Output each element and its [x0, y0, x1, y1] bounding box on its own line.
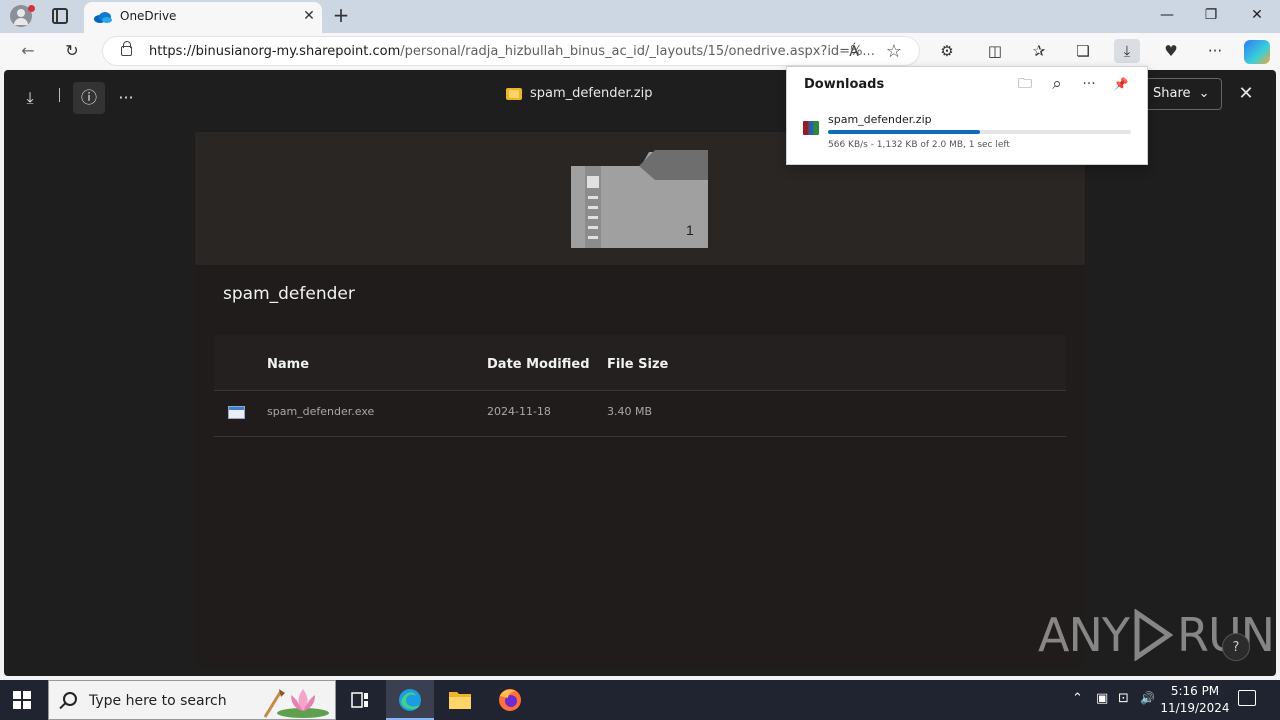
- download-progress-bar: [828, 130, 1131, 134]
- table-header: Name Date Modified File Size: [214, 335, 1066, 391]
- profile-notification-dot: [28, 5, 35, 12]
- row-date: 2024-11-18: [487, 405, 551, 418]
- volume-icon[interactable]: 🔊: [1140, 691, 1155, 705]
- favorites-icon[interactable]: ✰: [1026, 39, 1052, 63]
- file-explorer-icon[interactable]: [436, 680, 484, 720]
- archive-name: spam_defender: [223, 284, 355, 304]
- help-icon[interactable]: ?: [1222, 633, 1250, 661]
- tab-title: OneDrive: [120, 9, 177, 23]
- downloads-title: Downloads: [804, 77, 885, 92]
- play-logo-icon: [1134, 609, 1173, 661]
- taskbar: Type here to search ⌃ ▣ ⊡ 🔊 5:16 PM 11/1…: [0, 680, 1280, 720]
- read-aloud-icon[interactable]: Á: [845, 43, 863, 61]
- tray-device-icon[interactable]: ▣: [1096, 691, 1108, 706]
- watermark-left: ANY: [1038, 608, 1130, 662]
- browser-titlebar: OneDrive ✕ + — ❐ ✕: [0, 0, 1280, 33]
- firefox-icon[interactable]: [486, 680, 534, 720]
- winrar-archive-icon: [803, 121, 819, 135]
- search-highlight-lotus-icon: [263, 689, 329, 718]
- share-label: Share: [1153, 86, 1191, 101]
- browser-essentials-icon[interactable]: ♥: [1158, 39, 1184, 63]
- close-viewer-icon[interactable]: ✕: [1232, 80, 1260, 108]
- lock-icon[interactable]: [121, 41, 132, 56]
- task-view-icon[interactable]: [336, 680, 384, 720]
- clock-date: 11/19/2024: [1160, 701, 1230, 715]
- tab-actions-icon[interactable]: [52, 8, 68, 24]
- copilot-icon[interactable]: [1244, 40, 1270, 64]
- toolbar-divider: [59, 88, 60, 102]
- refresh-button[interactable]: ↻: [60, 40, 84, 62]
- share-button[interactable]: Share ⌄: [1144, 78, 1222, 110]
- search-downloads-icon[interactable]: ⌕: [1046, 74, 1068, 94]
- more-options-icon[interactable]: ···: [110, 82, 142, 114]
- tray-chevron-icon[interactable]: ⌃: [1072, 691, 1083, 706]
- url-text[interactable]: https://binusianorg-my.sharepoint.com/pe…: [149, 44, 875, 59]
- downloads-more-icon[interactable]: ···: [1078, 74, 1100, 94]
- settings-more-icon[interactable]: ···: [1202, 39, 1228, 63]
- address-bar[interactable]: https://binusianorg-my.sharepoint.com/pe…: [102, 36, 920, 66]
- download-status: 566 KB/s - 1,132 KB of 2.0 MB, 1 sec lef…: [828, 140, 1010, 150]
- taskbar-clock[interactable]: 5:16 PM 11/19/2024: [1160, 683, 1230, 717]
- favorite-star-icon[interactable]: ☆: [885, 43, 903, 61]
- table-row[interactable]: spam_defender.exe 2024-11-18 3.40 MB: [214, 391, 1066, 437]
- zip-folder-icon: [506, 87, 522, 100]
- url-path: /personal/radja_hizbullah_binus_ac_id/_l…: [400, 44, 875, 59]
- taskbar-search-box[interactable]: Type here to search: [48, 680, 336, 720]
- close-window-button[interactable]: ✕: [1242, 4, 1272, 26]
- split-screen-icon[interactable]: ◫: [982, 39, 1008, 63]
- collections-icon[interactable]: ❏: [1070, 39, 1096, 63]
- download-file-name[interactable]: spam_defender.zip: [828, 113, 932, 126]
- downloads-flyout: Downloads 🗀 ⌕ ··· 📌 spam_defender.zip 56…: [786, 66, 1148, 165]
- archive-contents-table: Name Date Modified File Size spam_defend…: [214, 335, 1066, 437]
- url-host: https://binusianorg-my.sharepoint.com: [149, 44, 401, 59]
- search-icon: [63, 692, 77, 706]
- minimize-button[interactable]: —: [1152, 4, 1182, 26]
- download-icon[interactable]: ⤓: [14, 82, 46, 114]
- back-button[interactable]: ←: [16, 40, 40, 62]
- chevron-down-icon: ⌄: [1198, 86, 1210, 101]
- column-name[interactable]: Name: [267, 357, 309, 372]
- address-toolbar: ← ↻ https://binusianorg-my.sharepoint.co…: [0, 33, 1280, 69]
- restore-button[interactable]: ❐: [1196, 4, 1226, 26]
- download-progress-fill: [828, 130, 980, 134]
- open-folder-icon[interactable]: 🗀: [1014, 74, 1036, 94]
- archive-preview: 1 spam_defender Name Date Modified File …: [195, 132, 1085, 668]
- exe-file-icon: [228, 406, 245, 419]
- windows-start-icon[interactable]: [13, 691, 31, 709]
- pin-icon[interactable]: 📌: [1110, 74, 1132, 94]
- search-placeholder: Type here to search: [89, 693, 227, 709]
- folder-item-count: 1: [686, 222, 694, 238]
- edge-taskbar-icon[interactable]: [386, 680, 434, 720]
- zip-archive-icon: 1: [571, 150, 708, 248]
- notifications-icon[interactable]: [1238, 690, 1256, 706]
- viewer-file-title: spam_defender.zip: [530, 86, 653, 101]
- onedrive-cloud-icon: [94, 12, 112, 23]
- tab-close-icon[interactable]: ✕: [300, 7, 318, 25]
- new-tab-button[interactable]: +: [330, 4, 352, 26]
- row-file-name: spam_defender.exe: [267, 405, 375, 418]
- row-size: 3.40 MB: [607, 405, 653, 418]
- clock-time: 5:16 PM: [1170, 684, 1220, 698]
- column-file-size[interactable]: File Size: [607, 357, 668, 372]
- network-icon[interactable]: ⊡: [1118, 691, 1129, 706]
- viewer-title: spam_defender.zip: [506, 86, 652, 101]
- info-icon[interactable]: ⓘ: [73, 82, 105, 114]
- column-date-modified[interactable]: Date Modified: [487, 357, 590, 372]
- extensions-icon[interactable]: ⚙: [934, 39, 960, 63]
- downloads-icon[interactable]: ⤓: [1114, 39, 1140, 63]
- tab-onedrive[interactable]: OneDrive ✕: [84, 2, 322, 33]
